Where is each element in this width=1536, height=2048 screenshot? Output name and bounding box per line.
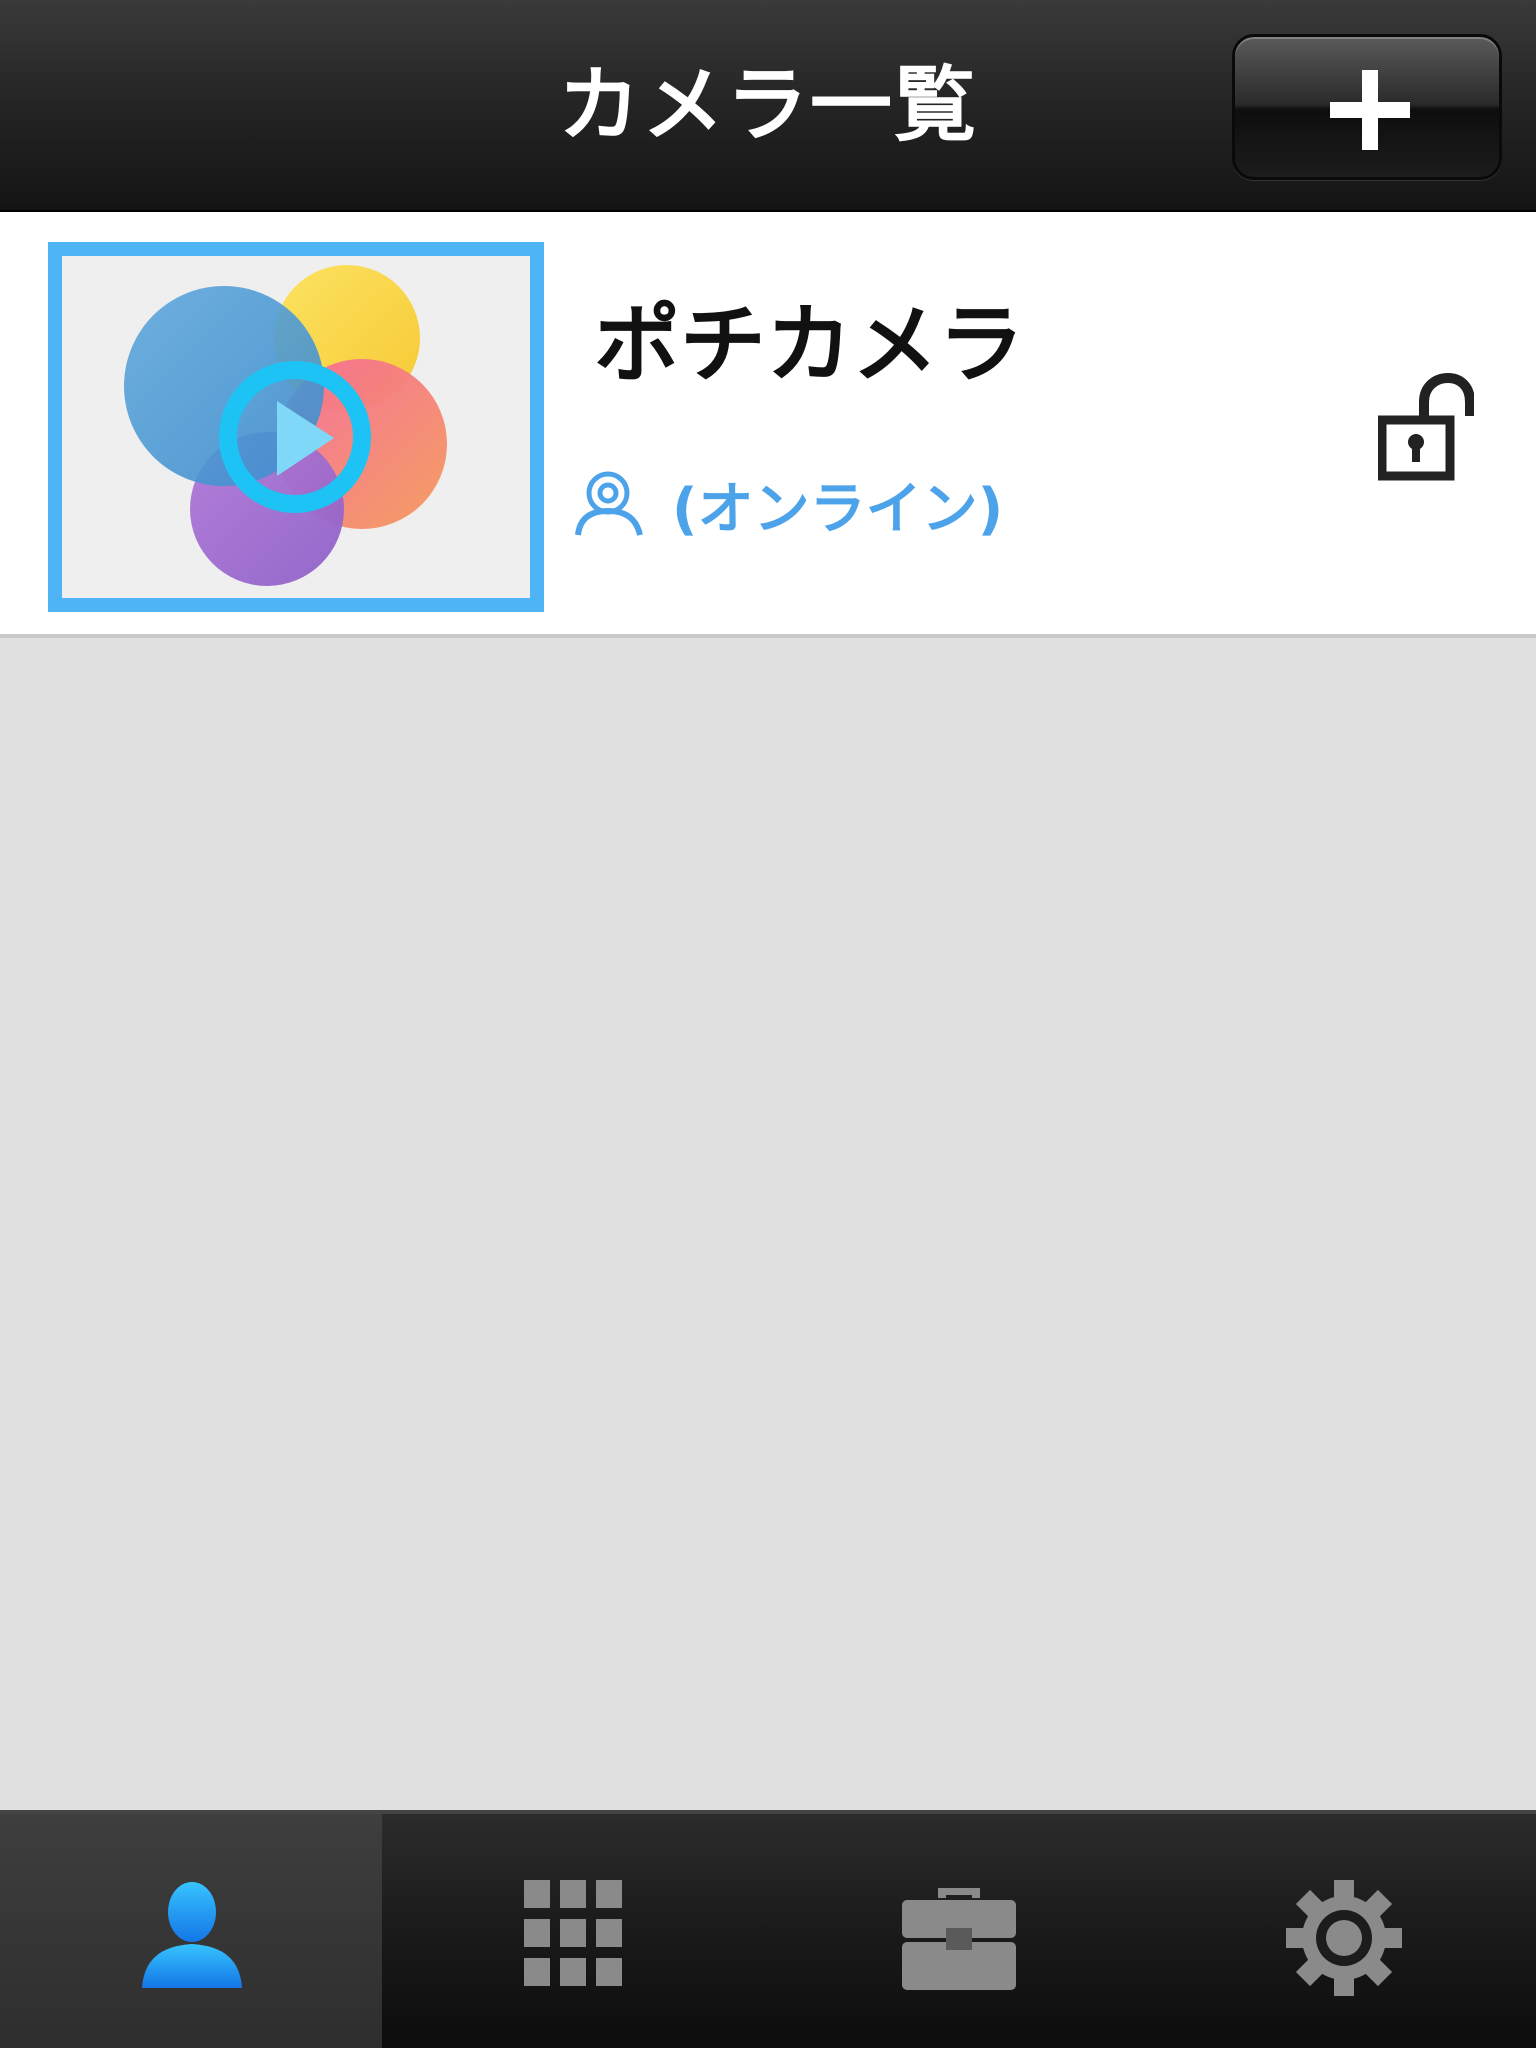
tab-bar	[0, 1810, 1536, 2048]
grid-icon	[524, 1880, 622, 1986]
gear-icon	[1286, 1880, 1402, 1996]
camera-list-item[interactable]: ポチカメラ (オンライン)	[0, 212, 1536, 638]
tab-tools[interactable]	[768, 1814, 1152, 2048]
camera-name: ポチカメラ	[594, 295, 1024, 395]
person-icon	[142, 1882, 242, 1988]
thumbnail-image	[62, 256, 530, 598]
add-camera-button[interactable]	[1232, 34, 1502, 180]
plus-icon	[1330, 70, 1410, 150]
toolbox-icon	[902, 1888, 1016, 1990]
tab-cameras[interactable]	[0, 1814, 382, 2048]
camera-thumbnail[interactable]	[48, 242, 544, 612]
navigation-bar: カメラ一覧	[0, 0, 1536, 212]
user-webcam-icon	[575, 471, 643, 536]
tab-grid[interactable]	[384, 1814, 768, 2048]
unlocked-padlock-icon[interactable]	[1378, 372, 1474, 482]
status-text: (オンライン)	[672, 476, 1004, 542]
tab-settings[interactable]	[1152, 1814, 1536, 2048]
camera-status: (オンライン)	[574, 464, 1003, 544]
